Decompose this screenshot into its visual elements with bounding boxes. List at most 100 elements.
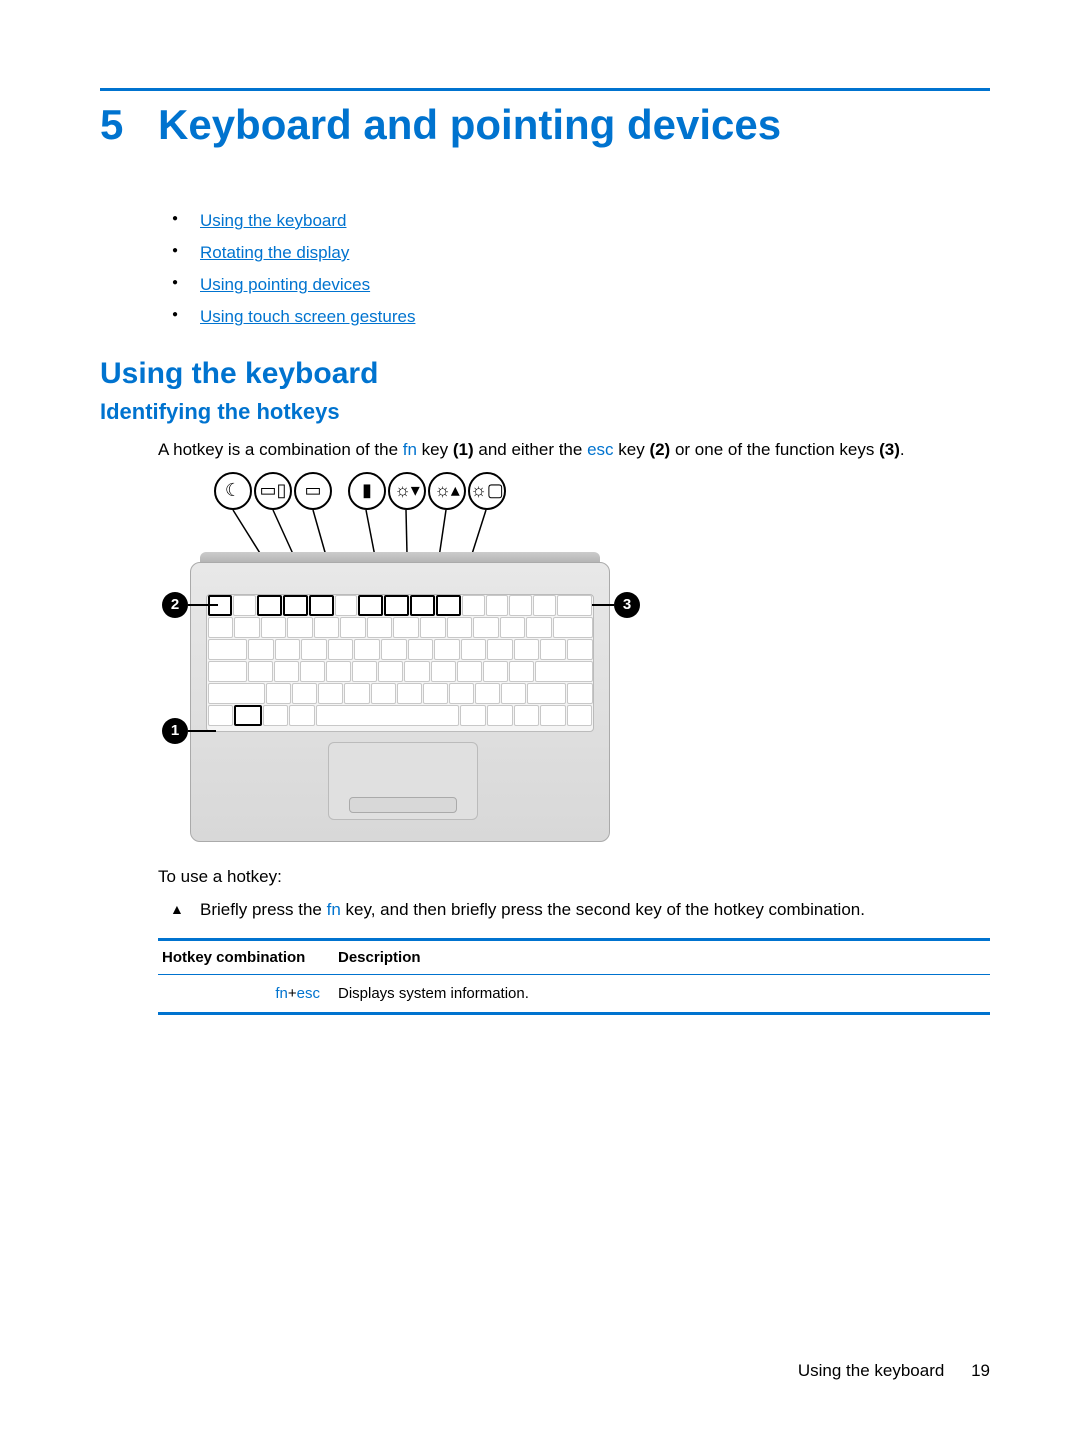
key xyxy=(514,639,540,660)
fn-key-f8 xyxy=(436,595,461,616)
key xyxy=(326,661,351,682)
key xyxy=(275,639,301,660)
touchpad xyxy=(328,742,478,820)
callout-line xyxy=(188,730,216,732)
combo-key: esc xyxy=(297,985,320,1002)
key xyxy=(371,683,396,704)
esc-key-text: esc xyxy=(587,440,613,459)
table-header-row: Hotkey combination Description xyxy=(158,939,990,974)
key xyxy=(462,595,485,616)
key xyxy=(300,661,325,682)
key xyxy=(449,683,474,704)
toc-link-pointing-devices[interactable]: Using pointing devices xyxy=(200,275,370,294)
cell-combination: fn+esc xyxy=(158,974,338,1013)
key xyxy=(287,617,313,638)
key xyxy=(500,617,526,638)
callout-line xyxy=(188,604,218,606)
brightness-up-icon: ☼▴ xyxy=(428,472,466,510)
text: or one of the function keys xyxy=(670,440,879,459)
key xyxy=(567,705,593,726)
key xyxy=(397,683,422,704)
text: key xyxy=(614,440,650,459)
key xyxy=(292,683,317,704)
key xyxy=(460,705,486,726)
key xyxy=(318,683,343,704)
chapter-number: 5 xyxy=(100,101,158,149)
key xyxy=(352,661,377,682)
keyboard-grid xyxy=(206,594,594,732)
text: key xyxy=(417,440,453,459)
key xyxy=(378,661,403,682)
key xyxy=(263,705,289,726)
key xyxy=(475,683,500,704)
callout-badge-3: 3 xyxy=(614,592,640,618)
key xyxy=(274,661,299,682)
hotkey-icon-row: ☾ ▭▯ ▭ ▮ ☼▾ ☼▴ ☼▢ xyxy=(214,472,506,510)
key xyxy=(473,617,499,638)
section-heading: Using the keyboard xyxy=(100,357,990,391)
toc-item: Rotating the display xyxy=(158,243,990,263)
key xyxy=(354,639,380,660)
key xyxy=(266,683,291,704)
fn-key-f2 xyxy=(283,595,308,616)
combo-plus: + xyxy=(288,985,297,1002)
key xyxy=(509,595,532,616)
key xyxy=(248,661,273,682)
key xyxy=(208,705,234,726)
callout-badge-1: 1 xyxy=(162,718,188,744)
key xyxy=(514,705,540,726)
key xyxy=(457,661,482,682)
toc-item: Using the keyboard xyxy=(158,211,990,231)
toc-link-touch-gestures[interactable]: Using touch screen gestures xyxy=(200,307,415,326)
esc-key xyxy=(208,595,233,616)
cell-description: Displays system information. xyxy=(338,974,990,1013)
toc-item: Using touch screen gestures xyxy=(158,307,990,327)
combo-fn: fn xyxy=(275,985,288,1002)
key xyxy=(208,683,266,704)
fn-key-f1 xyxy=(257,595,282,616)
callout-line xyxy=(592,604,614,606)
fn-key-f6 xyxy=(384,595,409,616)
text: . xyxy=(900,440,905,459)
sleep-icon: ☾ xyxy=(214,472,252,510)
key xyxy=(540,639,566,660)
key xyxy=(509,661,534,682)
key xyxy=(431,661,456,682)
toc-link-rotating-display[interactable]: Rotating the display xyxy=(200,243,349,262)
document-page: 5 Keyboard and pointing devices Using th… xyxy=(0,0,1080,1015)
toc-item: Using pointing devices xyxy=(158,275,990,295)
key xyxy=(461,639,487,660)
text: Briefly press the xyxy=(200,900,327,919)
key xyxy=(367,617,393,638)
key xyxy=(233,595,256,616)
footer-section: Using the keyboard xyxy=(798,1361,944,1380)
toc-link-using-keyboard[interactable]: Using the keyboard xyxy=(200,211,346,230)
key xyxy=(248,639,274,660)
chapter-heading: 5 Keyboard and pointing devices xyxy=(100,101,990,149)
callout-ref-1: (1) xyxy=(453,440,474,459)
fn-key-text: fn xyxy=(403,440,417,459)
text: key, and then briefly press the second k… xyxy=(341,900,865,919)
key xyxy=(261,617,287,638)
fn-key xyxy=(234,705,262,726)
use-hotkey-label: To use a hotkey: xyxy=(158,866,990,889)
key xyxy=(540,705,566,726)
text: and either the xyxy=(474,440,587,459)
key xyxy=(208,661,247,682)
key xyxy=(567,683,592,704)
key xyxy=(483,661,508,682)
key xyxy=(501,683,526,704)
key xyxy=(335,595,358,616)
key xyxy=(434,639,460,660)
table-row: fn+esc Displays system information. xyxy=(158,974,990,1013)
key xyxy=(557,595,592,616)
keyboard-illustration: ☾ ▭▯ ▭ ▮ ☼▾ ☼▴ ☼▢ xyxy=(158,472,638,852)
key xyxy=(420,617,446,638)
hotkey-table: Hotkey combination Description fn+esc Di… xyxy=(158,938,990,1015)
footer-page-number: 19 xyxy=(971,1361,990,1380)
col-header-combination: Hotkey combination xyxy=(158,939,338,974)
space-key xyxy=(316,705,460,726)
key xyxy=(404,661,429,682)
key xyxy=(533,595,556,616)
text: A hotkey is a combination of the xyxy=(158,440,403,459)
